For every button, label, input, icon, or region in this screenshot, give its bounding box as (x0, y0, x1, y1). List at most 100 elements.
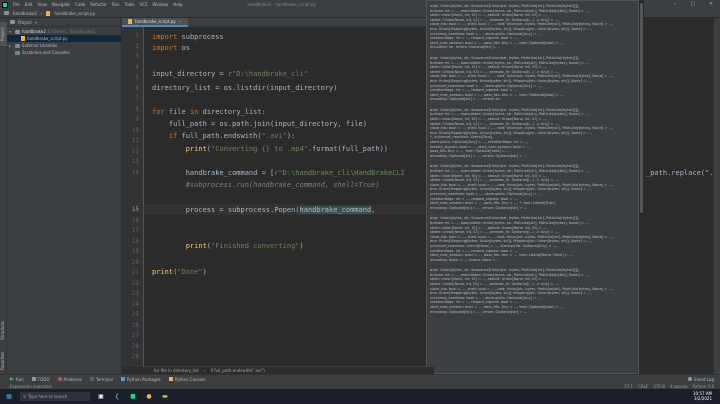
code-line-15[interactable]: process = subprocess.Popen(handbrake_com… (152, 205, 380, 215)
pycharm-icon[interactable]: ■ (128, 392, 138, 402)
signature-line: encoding: Optional[str] = ..., errors: O… (430, 205, 528, 210)
code-line-12[interactable]: handbrake_command = [r"D:\handbrake_cli\… (152, 168, 405, 178)
code-line-7[interactable]: for file in directory_list: (152, 107, 266, 117)
line-number: 4 (135, 63, 139, 71)
tree-node-label: Scratches and Consoles (22, 50, 70, 55)
task-view-icon[interactable]: ▣ (96, 392, 106, 402)
tree-node-external-libraries[interactable]: ▸ External Libraries (7, 42, 121, 49)
code-line-18[interactable]: print("Finished converting") (152, 241, 304, 251)
tree-node-label: External Libraries (22, 43, 58, 48)
code-line-4[interactable]: input_directory = r"D:\handbrake_cli" (152, 69, 308, 79)
windows-taskbar: ▦ ⚲ Type here to search ▣ ❮ ■ ● ▬ 10:57 … (0, 389, 720, 404)
line-number-active: 15 (131, 206, 139, 213)
editor-tab-script[interactable]: handbrake_script.py ✕ (122, 18, 189, 27)
line-number: 8 (135, 105, 139, 113)
close-tab-icon[interactable]: ✕ (179, 19, 182, 24)
breadcrumb-if-block[interactable]: if full_path.endswith(".avi") (210, 368, 264, 373)
chevron-down-icon[interactable]: ▾ (9, 29, 13, 34)
tool-tab-label: Problems (63, 376, 82, 382)
code-line-5[interactable]: directory_list = os.listdir(input_direct… (152, 83, 337, 93)
problems-icon (57, 377, 62, 381)
line-number: 13 (131, 158, 139, 165)
tree-node-script-file[interactable]: handbrake_script.py (7, 35, 121, 42)
tool-tab-label: Event Log (694, 376, 714, 382)
menu-tools[interactable]: Tools (125, 2, 135, 7)
menu-vcs[interactable]: VCS (139, 2, 147, 7)
menu-help[interactable]: Help (173, 2, 182, 7)
maximize-icon[interactable]: □ (684, 0, 702, 9)
event-log-tool-tab[interactable]: Event Log (688, 377, 714, 382)
code-line-10[interactable]: print("Converting {} to .mp4".format(ful… (152, 144, 388, 154)
code-line-2[interactable]: import os (152, 43, 190, 53)
terminal-tool-tab[interactable]: Terminal (89, 376, 113, 382)
signature-line: encoding: Optional[str] = ..., errors: O… (430, 309, 528, 314)
breadcrumb-file[interactable]: handbrake_script.py (54, 11, 95, 16)
close-icon[interactable]: ✕ (702, 0, 720, 9)
run-icon (10, 377, 14, 381)
clock-date: 3/2/2021 (694, 396, 712, 401)
signature-block: args: Union[bytes, str, Sequence[Union[s… (430, 164, 635, 210)
tree-node-scratches[interactable]: Scratches and Consoles (7, 49, 121, 56)
code-line-13[interactable]: #subprocess.run(handbrake_command, shell… (152, 180, 380, 190)
windows-start-icon[interactable]: ▦ (4, 392, 14, 402)
folder-icon (4, 11, 9, 15)
code-line-1[interactable]: import subprocess (152, 32, 224, 42)
menu-view[interactable]: View (37, 2, 47, 7)
menu-file[interactable]: File (13, 2, 20, 7)
code-line-9[interactable]: if full_path.endswith(".avi"): (152, 131, 295, 141)
editor-tab-label: handbrake_script.py (135, 19, 176, 24)
run-tool-tab[interactable]: Run (10, 377, 24, 382)
chevron-right-icon[interactable]: ▸ (9, 43, 13, 48)
code-line-8[interactable]: full_path = os.path.join(input_directory… (152, 119, 367, 129)
signature-line: encoding: None = ..., errors: None = ... (430, 257, 501, 262)
menu-navigate[interactable]: Navigate (52, 2, 70, 7)
caret-position[interactable]: 17:1 (624, 384, 633, 389)
todo-icon (31, 377, 36, 381)
taskbar-clock[interactable]: 10:57 AM 3/2/2021 (693, 391, 712, 401)
chevron-down-icon[interactable]: ▾ (35, 20, 39, 25)
breadcrumb-project[interactable]: handbrake2 (13, 11, 37, 16)
chrome-icon[interactable]: ● (144, 392, 154, 402)
indent-setting[interactable]: 4 spaces (670, 384, 688, 389)
tool-tab-label: Terminal (95, 376, 113, 382)
popup-scrollbar[interactable] (639, 0, 644, 374)
line-number: 21 (131, 269, 139, 276)
structure-tool-tab[interactable]: Structure (0, 318, 7, 344)
tree-node-project-root[interactable]: ▾ handbrake2 C:\Users\...\handbrake2 (7, 28, 121, 35)
python-packages-tool-tab[interactable]: Python Packages (120, 377, 161, 382)
menu-code[interactable]: Code (75, 2, 85, 7)
popup-scrollbar-thumb[interactable] (640, 3, 643, 213)
line-number: 9 (135, 116, 139, 123)
python-interpreter[interactable]: Python 3.6 (693, 384, 715, 389)
line-separator[interactable]: CRLF (638, 384, 648, 389)
code-line-20[interactable]: print("Done") (152, 267, 207, 277)
line-number: 19 (131, 248, 139, 255)
python-console-tool-tab[interactable]: Python Console (168, 377, 206, 382)
library-icon (15, 43, 20, 48)
vscode-icon[interactable]: ❮ (112, 392, 122, 402)
problems-tool-tab[interactable]: Problems (57, 376, 82, 382)
minimize-icon[interactable]: – (666, 0, 684, 9)
code-line-12-tail[interactable]: _path.replace(".a (646, 168, 718, 178)
favorites-tool-tab[interactable]: Favorites (0, 348, 7, 374)
menu-refactor[interactable]: Refactor (90, 2, 107, 7)
scratches-icon (15, 50, 20, 55)
project-tool-tab[interactable]: Project (0, 22, 7, 46)
breadcrumb-separator-icon: › (203, 368, 206, 373)
taskbar-search[interactable]: ⚲ Type here to search (20, 392, 90, 401)
window-controls: – □ ✕ (666, 0, 720, 9)
file-explorer-icon[interactable]: ▬ (160, 392, 170, 402)
line-number: 20 (131, 258, 139, 266)
search-placeholder: Type here to search (27, 394, 68, 399)
menu-edit[interactable]: Edit (25, 2, 33, 7)
line-number: 1 (135, 32, 139, 39)
menu-window[interactable]: Window (153, 2, 169, 7)
menu-run[interactable]: Run (112, 2, 120, 7)
python-file-icon (46, 10, 51, 16)
file-encoding[interactable]: UTF-8 (653, 384, 665, 389)
breadcrumb-for-loop[interactable]: for file in directory_list (154, 368, 199, 373)
terminal-icon (89, 377, 94, 381)
project-panel-title[interactable]: Project (18, 20, 32, 25)
todo-tool-tab[interactable]: TODO (31, 377, 50, 382)
signature-line: encoding: str, errors: Optional[str] = .… (430, 45, 501, 50)
